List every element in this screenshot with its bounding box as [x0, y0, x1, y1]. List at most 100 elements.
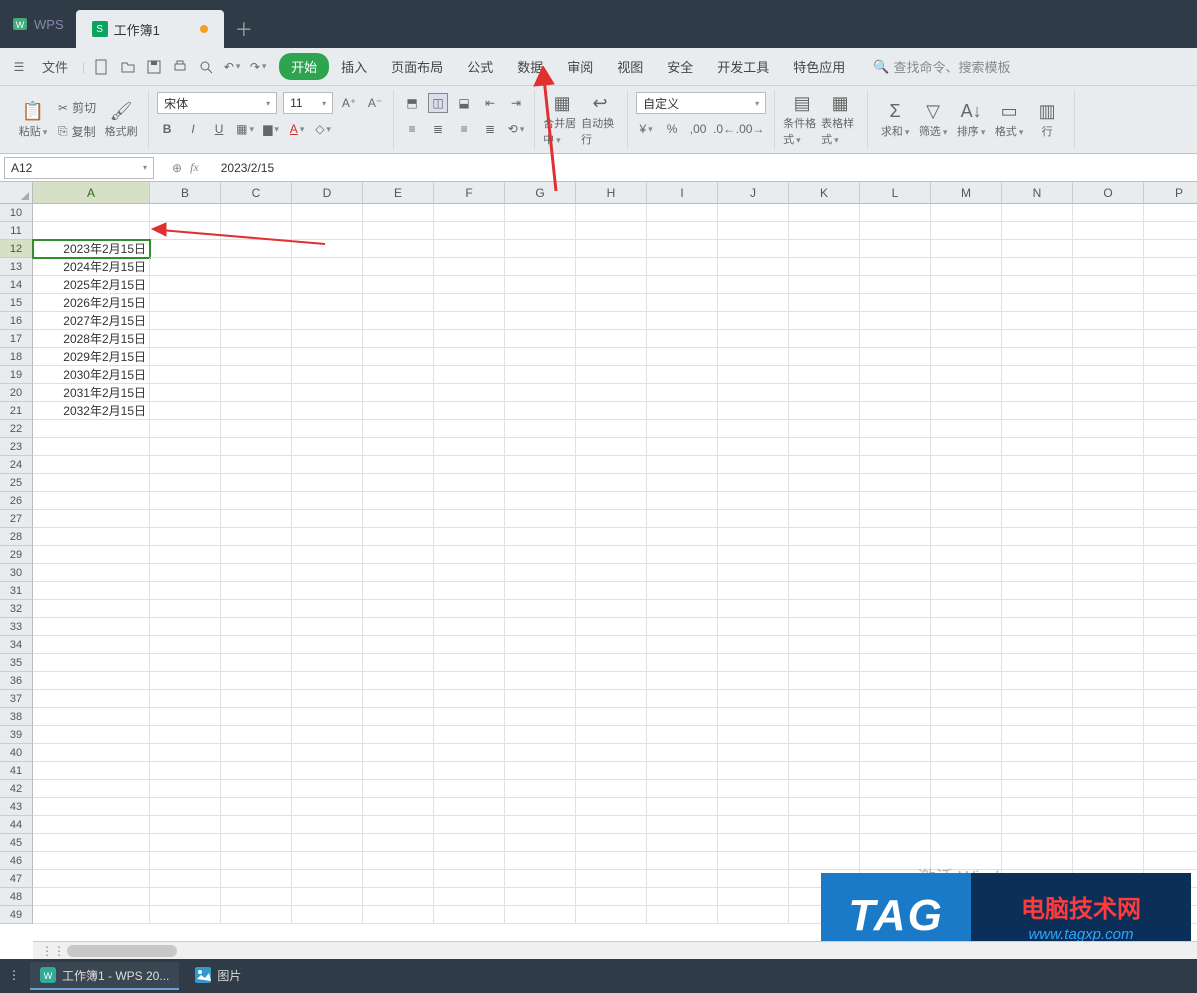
format-painter-button[interactable]: 🖌 格式刷 [102, 101, 140, 139]
cell[interactable] [505, 528, 576, 546]
cell[interactable] [434, 852, 505, 870]
cell[interactable] [576, 744, 647, 762]
cell[interactable] [363, 816, 434, 834]
cell[interactable] [718, 870, 789, 888]
sort-button[interactable]: A↓排序 [952, 101, 990, 139]
cell[interactable] [221, 888, 292, 906]
cell[interactable] [647, 582, 718, 600]
cell[interactable] [931, 456, 1002, 474]
cell[interactable] [860, 402, 931, 420]
cell[interactable] [789, 780, 860, 798]
cell[interactable] [1073, 600, 1144, 618]
menu-start[interactable]: 开始 [279, 53, 329, 80]
cell[interactable] [1002, 384, 1073, 402]
row-header[interactable]: 39 [0, 726, 33, 744]
cell[interactable] [434, 798, 505, 816]
cut-button[interactable]: ✂剪切 [58, 98, 96, 118]
cell[interactable] [33, 204, 150, 222]
cell[interactable] [860, 636, 931, 654]
cell[interactable] [718, 888, 789, 906]
cell[interactable] [931, 726, 1002, 744]
cell[interactable] [860, 204, 931, 222]
cell[interactable] [647, 798, 718, 816]
taskbar-app-photos[interactable]: 图片 [185, 962, 251, 990]
cell[interactable] [647, 888, 718, 906]
cell[interactable] [434, 726, 505, 744]
cell[interactable] [505, 510, 576, 528]
cell[interactable] [434, 402, 505, 420]
column-header[interactable]: N [1002, 182, 1073, 204]
cell[interactable] [33, 888, 150, 906]
document-tab[interactable]: S 工作簿1 [76, 10, 224, 48]
format-menu-button[interactable]: ▭格式 [990, 101, 1028, 139]
cell[interactable] [292, 492, 363, 510]
cell[interactable] [221, 672, 292, 690]
cell[interactable] [292, 312, 363, 330]
cell[interactable] [860, 420, 931, 438]
column-header[interactable]: P [1144, 182, 1197, 204]
cell[interactable] [860, 348, 931, 366]
cell[interactable] [434, 258, 505, 276]
cell[interactable] [789, 402, 860, 420]
menu-special[interactable]: 特色应用 [781, 51, 857, 82]
cell[interactable] [33, 456, 150, 474]
cell[interactable] [647, 510, 718, 528]
cell[interactable] [647, 240, 718, 258]
cell[interactable] [718, 762, 789, 780]
cell[interactable] [647, 672, 718, 690]
cell[interactable] [1144, 330, 1197, 348]
cell[interactable] [576, 294, 647, 312]
row-header[interactable]: 40 [0, 744, 33, 762]
cell[interactable] [1144, 636, 1197, 654]
align-middle-icon[interactable]: ◫ [428, 93, 448, 113]
increase-indent-icon[interactable]: ⇥ [506, 93, 526, 113]
cell[interactable] [647, 564, 718, 582]
cell[interactable] [434, 582, 505, 600]
cell[interactable] [221, 240, 292, 258]
cell[interactable] [150, 312, 221, 330]
cell[interactable] [1073, 762, 1144, 780]
row-header[interactable]: 49 [0, 906, 33, 924]
cell[interactable] [292, 564, 363, 582]
cell[interactable] [363, 330, 434, 348]
cell[interactable] [150, 258, 221, 276]
cell[interactable] [363, 672, 434, 690]
cell[interactable] [576, 510, 647, 528]
cell[interactable]: 2030年2月15日 [33, 366, 150, 384]
cell[interactable] [931, 690, 1002, 708]
cell[interactable] [1144, 618, 1197, 636]
paste-button[interactable]: 📋 粘贴 [14, 101, 52, 139]
cell[interactable] [576, 690, 647, 708]
cell[interactable] [221, 438, 292, 456]
cell[interactable] [33, 582, 150, 600]
cell[interactable] [221, 564, 292, 582]
cell[interactable] [576, 492, 647, 510]
cell[interactable] [1002, 240, 1073, 258]
cell[interactable] [789, 366, 860, 384]
cell[interactable] [860, 528, 931, 546]
cell[interactable] [576, 420, 647, 438]
cell[interactable] [718, 474, 789, 492]
cell[interactable] [1073, 420, 1144, 438]
column-header[interactable]: M [931, 182, 1002, 204]
cell[interactable] [221, 690, 292, 708]
cell[interactable] [1002, 456, 1073, 474]
cell[interactable] [860, 834, 931, 852]
increase-font-icon[interactable]: A⁺ [339, 93, 359, 113]
cell[interactable] [647, 726, 718, 744]
row-header[interactable]: 11 [0, 222, 33, 240]
cell[interactable] [434, 762, 505, 780]
cell[interactable] [931, 240, 1002, 258]
cell[interactable] [860, 438, 931, 456]
cell[interactable] [434, 834, 505, 852]
cell[interactable] [1002, 276, 1073, 294]
cell[interactable] [576, 708, 647, 726]
cell[interactable] [576, 798, 647, 816]
cell[interactable] [931, 294, 1002, 312]
cell[interactable] [1073, 780, 1144, 798]
cell[interactable] [1002, 672, 1073, 690]
cell[interactable] [931, 582, 1002, 600]
copy-button[interactable]: ⎘复制 [58, 122, 96, 142]
cell[interactable] [860, 330, 931, 348]
select-all-corner[interactable] [0, 182, 33, 204]
